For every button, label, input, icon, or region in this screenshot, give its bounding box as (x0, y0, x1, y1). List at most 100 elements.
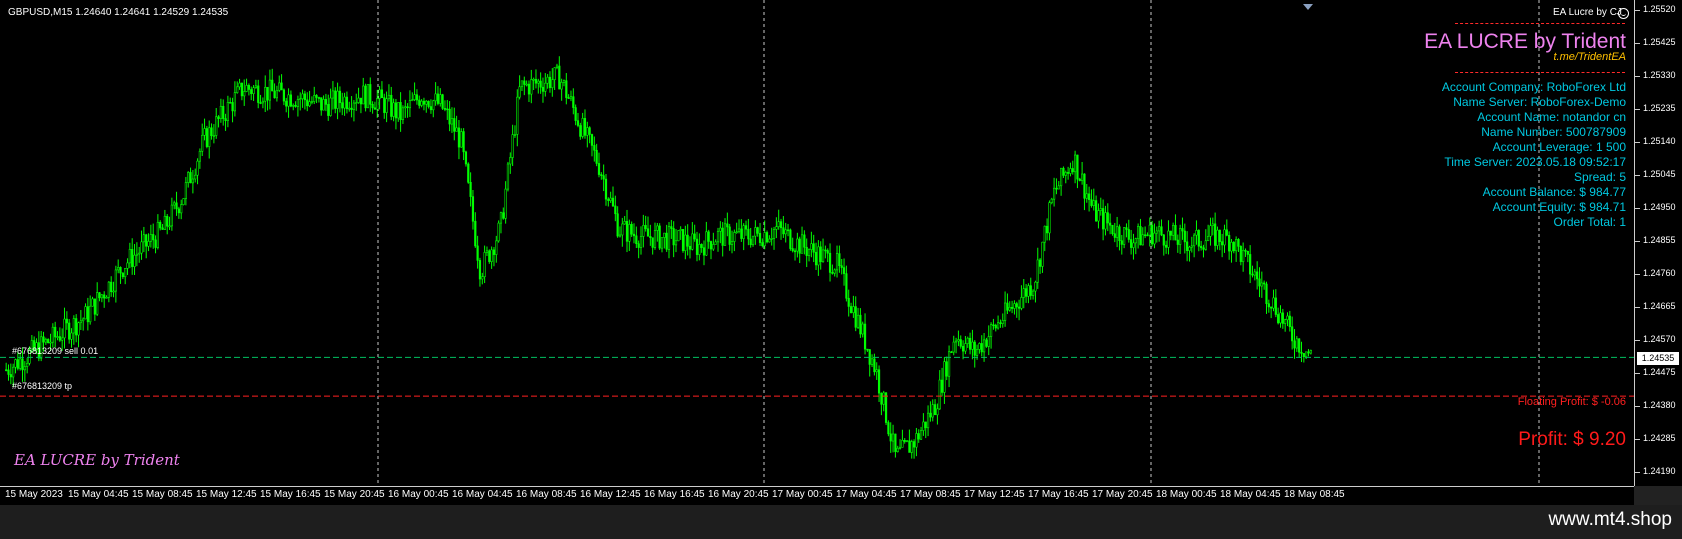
candle-body (322, 99, 325, 111)
candle-body (931, 404, 934, 418)
candle-body (226, 101, 229, 122)
candle-body (476, 245, 479, 261)
candle-body (618, 234, 622, 237)
candle-body (47, 339, 50, 344)
candle-body (1013, 303, 1016, 309)
candle-body (308, 101, 311, 107)
candle-body (1029, 285, 1032, 296)
candle-body (411, 99, 414, 101)
candle-body (952, 341, 955, 353)
candle-body (772, 229, 776, 239)
candle-body (103, 294, 106, 299)
candle-body (644, 225, 647, 230)
candle-body (315, 95, 318, 98)
candle-body (168, 225, 171, 228)
candle-body (261, 100, 264, 104)
bottom-bar (0, 505, 1682, 539)
candle-body (98, 292, 101, 299)
price-chart[interactable] (0, 0, 1634, 486)
candle-body (1281, 312, 1284, 324)
candle-body (1188, 246, 1191, 251)
candle-body (117, 267, 120, 271)
candle-body (1193, 234, 1196, 247)
candle-body (84, 306, 87, 320)
price-tick (1635, 406, 1640, 407)
candle-body (672, 228, 675, 246)
candle-body (621, 223, 624, 236)
time-label: 18 May 00:45 (1156, 489, 1217, 500)
info-order-total: Order Total: 1 (1553, 215, 1626, 229)
candle-body (847, 297, 850, 307)
candle-body (679, 228, 682, 231)
info-account-leverage: Account Leverage: 1 500 (1492, 140, 1626, 154)
candle-body (161, 227, 164, 230)
candle-body (686, 234, 689, 247)
candle-body (1237, 238, 1240, 247)
candle-body (537, 80, 540, 84)
candle-body (247, 85, 250, 90)
candle-body (23, 366, 26, 371)
time-label: 16 May 00:45 (388, 489, 449, 500)
candle-body (1125, 227, 1128, 230)
candle-body (1074, 154, 1077, 173)
shift-marker-icon[interactable] (1303, 4, 1313, 10)
ea-link[interactable]: t.me/TridentEA (1553, 51, 1626, 63)
candle-body (861, 323, 864, 335)
candle-body (478, 260, 482, 280)
candle-body (922, 421, 925, 431)
candle-body (182, 198, 185, 205)
candle-body (1015, 303, 1018, 308)
candle-body (567, 97, 570, 99)
candle-body (1167, 230, 1170, 248)
candle-body (1298, 338, 1301, 353)
candle-body (1130, 239, 1133, 248)
site-watermark: www.mt4.shop (1548, 509, 1672, 530)
price-label: 1.24665 (1643, 301, 1676, 311)
candle-body (408, 100, 412, 109)
smiley-icon (1618, 8, 1629, 19)
candle-body (833, 269, 836, 274)
candle-body (1003, 302, 1007, 321)
candle-body (639, 236, 643, 248)
price-label: 1.24950 (1643, 202, 1676, 212)
time-label: 17 May 20:45 (1092, 489, 1153, 500)
candle-body (499, 212, 503, 224)
info-account-name: Account Name: notandor cn (1477, 110, 1626, 124)
candle-body (978, 343, 981, 350)
candle-body (1113, 233, 1116, 238)
candle-body (1176, 239, 1179, 245)
panel-separator-top (1455, 23, 1625, 24)
candle-body (450, 118, 454, 125)
candle-body (810, 243, 813, 250)
candle-body (940, 379, 944, 393)
price-tick (1635, 241, 1640, 242)
candle-body (1179, 228, 1182, 245)
candle-body (735, 231, 738, 234)
candle-body (441, 94, 444, 109)
candle-body (110, 281, 113, 293)
time-label: 15 May 2023 (5, 489, 63, 500)
candle-body (1274, 297, 1277, 315)
time-label: 18 May 08:45 (1284, 489, 1345, 500)
time-label: 15 May 08:45 (132, 489, 193, 500)
candle-body (798, 238, 801, 254)
candle-body (576, 120, 580, 126)
candle-body (1258, 278, 1261, 287)
candle-body (950, 351, 953, 354)
candle-body (212, 135, 215, 137)
candle-body (194, 174, 197, 180)
candle-body (336, 90, 339, 109)
info-account-equity: Account Equity: $ 984.71 (1492, 200, 1626, 214)
chart-area[interactable] (0, 0, 1634, 486)
candle-body (854, 306, 857, 328)
candle-body (1204, 240, 1207, 250)
candle-body (821, 249, 825, 263)
candle-body (1120, 240, 1123, 245)
candle-body (1095, 200, 1098, 222)
price-tick (1635, 10, 1640, 11)
candle-body (264, 86, 267, 102)
candle-body (826, 250, 829, 254)
candle-body (1225, 229, 1228, 236)
candle-body (1186, 241, 1189, 251)
candle-body (873, 358, 876, 373)
